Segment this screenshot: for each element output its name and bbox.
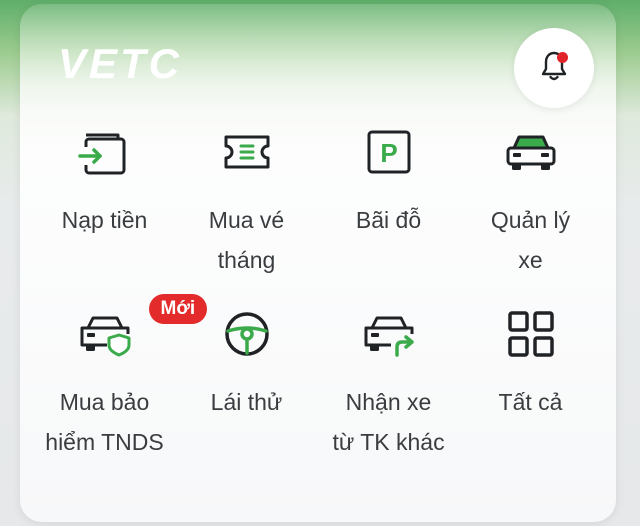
menu-item-label: Nạp tiền	[61, 207, 148, 233]
notification-dot	[557, 52, 568, 63]
car-insurance-icon	[77, 307, 133, 366]
menu-item-nap-tien[interactable]: Nạp tiền	[30, 124, 179, 240]
menu-item-label: Quản lý xe	[490, 207, 571, 273]
steering-wheel-icon	[220, 307, 274, 366]
menu-item-quan-ly-xe[interactable]: Quản lý xe	[456, 124, 605, 280]
menu-item-nhan-xe[interactable]: Nhận xe từ TK khác	[314, 306, 463, 462]
menu-item-label: Mua vé tháng	[208, 207, 285, 273]
car-icon	[503, 125, 559, 184]
car-transfer-icon	[361, 307, 417, 366]
grid-all-icon	[504, 307, 558, 366]
menu-item-mua-ve-thang[interactable]: Mua vé tháng	[172, 124, 321, 280]
service-grid: Nạp tiền Mua vé tháng P Bãi đỗ Quản lý x…	[20, 124, 616, 504]
menu-item-bai-do[interactable]: P Bãi đỗ	[314, 124, 463, 240]
ticket-icon	[220, 125, 274, 184]
menu-item-mua-bao-hiem[interactable]: Mới Mua bảo hiểm TNDS	[30, 294, 208, 462]
notification-button[interactable]	[514, 28, 594, 108]
svg-text:P: P	[380, 138, 397, 168]
menu-item-label: Bãi đỗ	[355, 207, 422, 233]
header: VETC	[20, 4, 616, 114]
menu-item-label: Lái thử	[210, 389, 283, 415]
menu-item-label: Tất cả	[498, 389, 563, 415]
parking-icon: P	[362, 125, 416, 184]
logo-text: VETC	[58, 44, 182, 84]
menu-item-label: Mua bảo hiểm TNDS	[45, 389, 164, 455]
menu-item-label: Nhận xe từ TK khác	[332, 389, 445, 455]
menu-item-tat-ca[interactable]: Tất cả	[456, 306, 605, 422]
vetc-logo: VETC	[56, 44, 196, 84]
menu-item-lai-thu[interactable]: Lái thử	[172, 306, 321, 422]
services-card: VETC Nạp tiền Mua vé tháng P Bãi đỗ Quản…	[20, 4, 616, 522]
wallet-topup-icon	[77, 125, 132, 184]
